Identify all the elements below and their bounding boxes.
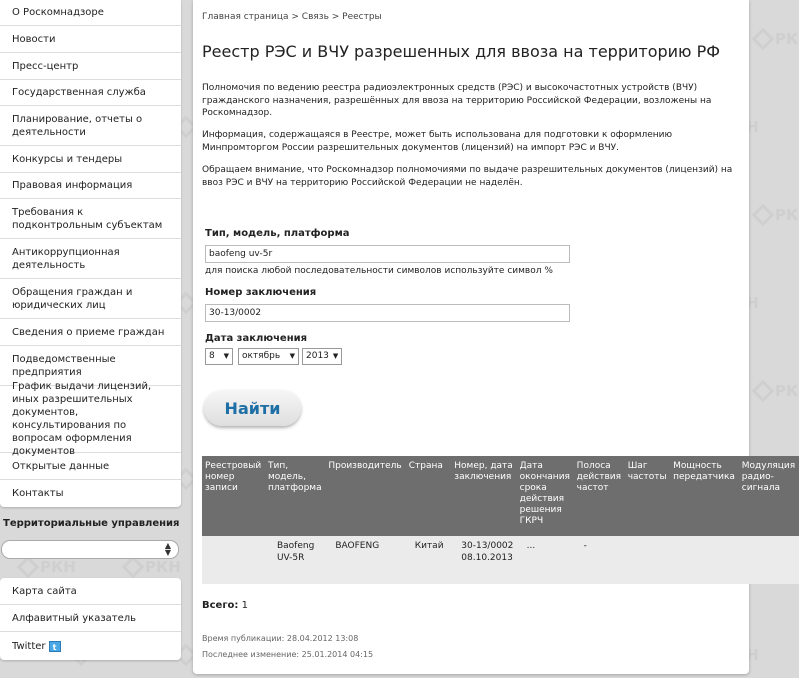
sidebar: О Роскомнадзоре Новости Пресс-центр Госу…	[0, 0, 181, 660]
chevron-down-icon: ▼	[332, 352, 339, 360]
type-label: Тип, модель, платформа	[205, 228, 350, 239]
day-value: 8	[209, 351, 215, 361]
find-button[interactable]: Найти	[204, 390, 301, 426]
number-input[interactable]: 30-13/0002	[205, 304, 570, 322]
table-header-row: Реестровый номер записи Тип, модель, пла…	[202, 456, 799, 536]
intro-paragraph-1: Полномочия по ведению реестра радиоэлект…	[202, 83, 712, 118]
page-title: Реестр РЭС и ВЧУ разрешенных для ввоза н…	[202, 42, 721, 61]
cell-frequency-band: -	[573, 536, 625, 584]
watermark-text: РКН	[775, 382, 799, 400]
modified-time: Последнее изменение: 25.01.2014 04:15	[202, 650, 374, 659]
number-label: Номер заключения	[205, 287, 317, 298]
select-arrows-icon: ▲ ▼	[164, 541, 171, 557]
breadcrumb: Главная страница > Связь > Реестры	[202, 12, 382, 22]
total-count: Всего: 1	[202, 600, 248, 611]
intro-paragraph-2: Информация, содержащаяся в Реестре, може…	[202, 130, 673, 153]
total-label: Всего:	[202, 600, 239, 611]
cell-manufacturer: BAOFENG	[325, 536, 406, 584]
sidebar-item-press-center[interactable]: Пресс-центр	[0, 53, 181, 80]
date-label: Дата заключения	[205, 333, 308, 344]
month-value: октябрь	[242, 351, 281, 361]
watermark-logo: РКН	[751, 203, 799, 227]
col-modulation: Модуляция радио-сигнала	[738, 456, 799, 536]
twitter-icon: t	[48, 640, 61, 652]
regions-select[interactable]: ▲ ▼	[1, 540, 179, 559]
sidebar-item-requirements[interactable]: Требования к подконтрольным субъектам	[0, 199, 181, 239]
cell-frequency-step	[624, 536, 671, 584]
sidebar-item-legal-info[interactable]: Правовая информация	[0, 173, 181, 199]
col-registry-number: Реестровый номер записи	[202, 456, 265, 536]
chevron-down-icon: ▼	[289, 352, 295, 360]
day-select[interactable]: 8 ▼	[205, 348, 233, 365]
col-type: Тип, модель, платформа	[264, 456, 326, 536]
cell-modulation	[738, 536, 799, 584]
month-select[interactable]: октябрь ▼	[238, 348, 299, 365]
sidebar-item-about[interactable]: О Роскомнадзоре	[0, 0, 181, 26]
table-row: Baofeng UV-5R BAOFENG Китай 30-13/0002 0…	[202, 536, 799, 584]
cell-power	[670, 536, 739, 584]
sidebar-item-planning[interactable]: Планирование, отчеты о деятельности	[0, 106, 181, 146]
watermark-logo: РКН	[751, 379, 799, 403]
watermark-diamond-icon	[751, 203, 775, 227]
col-expiry: Дата окончания срока действия решения ГК…	[516, 456, 574, 536]
cell-conclusion: 30-13/0002 08.10.2013	[451, 536, 517, 584]
col-country: Страна	[405, 456, 452, 536]
watermark-text: РКН	[775, 30, 799, 48]
year-select[interactable]: 2013 ▼	[302, 348, 342, 365]
sidebar-item-civil-service[interactable]: Государственная служба	[0, 80, 181, 106]
col-power: Мощность передатчика	[670, 456, 739, 536]
sidebar-item-appeals[interactable]: Обращения граждан и юридических лиц	[0, 279, 181, 319]
intro-paragraph-3: Обращаем внимание, что Роскомнадзор полн…	[202, 165, 733, 188]
sidebar-item-tenders[interactable]: Конкурсы и тендеры	[0, 146, 181, 173]
cell-type: Baofeng UV-5R	[264, 536, 326, 584]
watermark-diamond-icon	[751, 27, 775, 51]
twitter-label: Twitter	[12, 640, 46, 652]
watermark-logo: РКН	[751, 27, 799, 51]
sidebar-item-index[interactable]: Алфавитный указатель	[0, 605, 181, 632]
sidebar-menu: О Роскомнадзоре Новости Пресс-центр Госу…	[0, 0, 181, 507]
watermark-text: РКН	[775, 206, 799, 224]
col-frequency-step: Шаг частоты	[624, 456, 671, 536]
regions-title: Территориальные управления	[3, 518, 180, 529]
col-conclusion: Номер, дата заключения	[451, 456, 517, 536]
sidebar-item-sitemap[interactable]: Карта сайта	[0, 578, 181, 605]
watermark-diamond-icon	[751, 379, 775, 403]
year-value: 2013	[306, 351, 329, 361]
cell-registry-number	[202, 536, 265, 584]
sidebar-item-license-schedule[interactable]: График выдачи лицензий, иных разрешитель…	[0, 381, 181, 457]
chevron-down-icon: ▼	[223, 352, 229, 360]
cell-expiry: ...	[516, 536, 574, 584]
sidebar-item-contacts[interactable]: Контакты	[0, 480, 181, 507]
col-manufacturer: Производитель	[325, 456, 406, 536]
sidebar-menu-secondary: Карта сайта Алфавитный указатель Twitter…	[0, 578, 181, 660]
search-hint: для поиска любой последовательности симв…	[205, 266, 553, 276]
col-frequency-band: Полоса действия частот	[573, 456, 625, 536]
results-table: Реестровый номер записи Тип, модель, пла…	[202, 456, 799, 584]
main-content: Главная страница > Связь > Реестры Реест…	[193, 0, 799, 674]
total-value: 1	[241, 600, 248, 611]
sidebar-item-twitter[interactable]: Twitter t	[0, 632, 181, 660]
published-time: Время публикации: 28.04.2012 13:08	[202, 634, 359, 643]
type-input[interactable]: baofeng uv-5r	[205, 245, 570, 263]
sidebar-item-anticorruption[interactable]: Антикоррупционная деятельность	[0, 239, 181, 279]
cell-country: Китай	[405, 536, 452, 584]
sidebar-item-news[interactable]: Новости	[0, 26, 181, 53]
sidebar-item-reception[interactable]: Сведения о приеме граждан	[0, 319, 181, 346]
